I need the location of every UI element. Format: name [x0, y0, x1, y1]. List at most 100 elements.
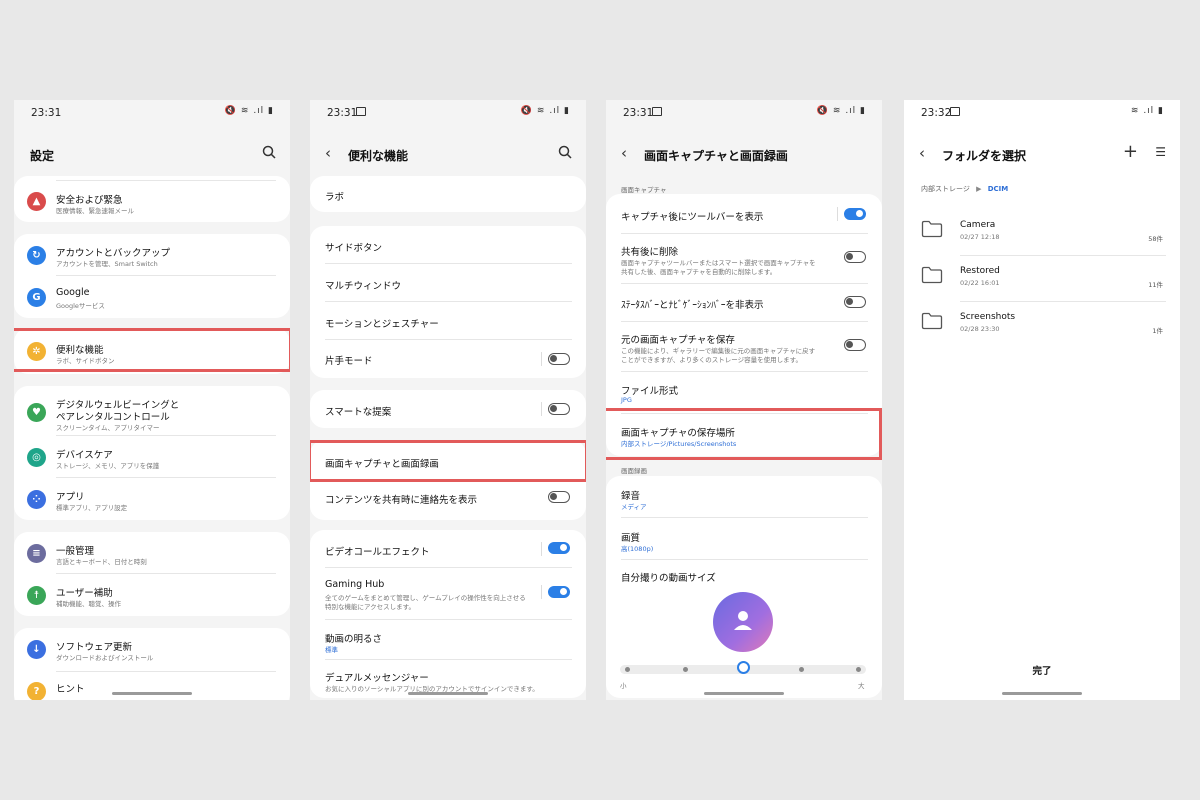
- sort-icon[interactable]: ☰: [1155, 145, 1166, 159]
- slider-max-label: 大: [858, 682, 865, 690]
- selfie-preview-avatar: [713, 592, 773, 652]
- status-time: 23:31: [31, 107, 62, 119]
- screenshots-recorder-screen: 23:31 🔇 ≋ .ıl ▮ ‹ 画面キャプチャと画面録画 画面キャプチャ キ…: [606, 100, 882, 700]
- folder-item-restored[interactable]: Restored 02/22 16:01 11件: [904, 258, 1180, 302]
- settings-item-apps[interactable]: ⁘ アプリ 標準アプリ、アプリ設定: [14, 478, 290, 520]
- header: 設定: [14, 144, 290, 164]
- folder-picker-screen: 23:32 ≋ .ıl ▮ ‹ フォルダを選択 + ☰ 内部ストレージ ▶ DC…: [904, 100, 1180, 700]
- video-size-slider[interactable]: [620, 661, 866, 674]
- gesture-bar: [112, 692, 192, 695]
- status-bar: 23:32 ≋ .ıl ▮: [904, 104, 1180, 122]
- item-video-call-effects[interactable]: ビデオコールエフェクト: [310, 530, 586, 568]
- show-toolbar-toggle[interactable]: [844, 208, 866, 220]
- settings-item-accounts[interactable]: ↻ アカウントとバックアップ アカウントを管理、Smart Switch: [14, 234, 290, 276]
- item-sound[interactable]: 録音 メディア: [606, 476, 882, 518]
- status-bar: 23:31 🔇 ≋ .ıl ▮: [606, 104, 882, 122]
- settings-card: ♥ デジタルウェルビーイングと ペアレンタルコントロール スクリーンタイム、アプ…: [14, 386, 290, 520]
- page-title: 設定: [30, 149, 55, 163]
- gesture-bar: [408, 692, 488, 695]
- status-bar: 23:31 🔇 ≋ .ıl ▮: [310, 104, 586, 122]
- smart-suggestions-toggle[interactable]: [548, 403, 570, 415]
- search-icon[interactable]: [262, 144, 276, 163]
- folder-icon: [921, 312, 943, 330]
- item-show-contacts-sharing[interactable]: コンテンツを共有時に連絡先を表示: [310, 480, 586, 520]
- settings-card: ↻ アカウントとバックアップ アカウントを管理、Smart Switch G G…: [14, 234, 290, 318]
- item-motions-gestures[interactable]: モーションとジェスチャー: [310, 302, 586, 340]
- settings-card: ビデオコールエフェクト Gaming Hub 全てのゲームをまとめて管理し、ゲー…: [310, 530, 586, 698]
- header: ‹ 便利な機能: [310, 144, 586, 164]
- item-smart-suggestions[interactable]: スマートな提案: [310, 390, 586, 428]
- image-notification-icon: [950, 107, 960, 116]
- folder-icon: [921, 266, 943, 284]
- status-time: 23:31: [327, 107, 358, 119]
- settings-item-wellbeing[interactable]: ♥ デジタルウェルビーイングと ペアレンタルコントロール スクリーンタイム、アプ…: [14, 386, 290, 436]
- add-folder-icon[interactable]: +: [1123, 141, 1138, 162]
- settings-card: スマートな提案: [310, 390, 586, 428]
- item-selfie-video-size[interactable]: 自分撮りの動画サイズ 小 大: [606, 560, 882, 698]
- settings-card: ▲ 安全および緊急 医療情報、緊急速報メール: [14, 176, 290, 222]
- one-handed-mode-toggle[interactable]: [548, 353, 570, 365]
- device-care-icon: ◎: [27, 448, 46, 467]
- status-icons: 🔇 ≋ .ıl ▮: [520, 106, 570, 116]
- settings-item-tips[interactable]: ? ヒント: [14, 672, 290, 700]
- status-bar: 23:31 🔇 ≋ .ıl ▮: [14, 104, 290, 122]
- settings-card: ≡ 一般管理 言語とキーボード、日付と時刻 ☨ ユーザー補助 補助機能、聴覚、操…: [14, 532, 290, 616]
- google-icon: G: [27, 288, 46, 307]
- item-video-quality[interactable]: 画質 高(1080p): [606, 518, 882, 560]
- hide-bars-toggle[interactable]: [844, 296, 866, 308]
- sliders-icon: ≡: [27, 544, 46, 563]
- item-multi-window[interactable]: マルチウィンドウ: [310, 264, 586, 302]
- item-labs[interactable]: ラボ: [310, 176, 586, 212]
- item-side-button[interactable]: サイドボタン: [310, 226, 586, 264]
- settings-card: キャプチャ後にツールバーを表示 共有後に削除 画面キャプチャツールバーまたはスマ…: [606, 194, 882, 456]
- item-show-toolbar[interactable]: キャプチャ後にツールバーを表示: [606, 194, 882, 234]
- settings-item-general[interactable]: ≡ 一般管理 言語とキーボード、日付と時刻: [14, 532, 290, 574]
- gaming-hub-toggle[interactable]: [548, 586, 570, 598]
- item-screenshots-recorder[interactable]: 画面キャプチャと画面録画: [310, 440, 586, 480]
- breadcrumb-root[interactable]: 内部ストレージ: [921, 185, 970, 193]
- image-notification-icon: [652, 107, 662, 116]
- folder-item-camera[interactable]: Camera 02/27 12:18 58件: [904, 212, 1180, 256]
- video-call-effects-toggle[interactable]: [548, 542, 570, 554]
- search-icon[interactable]: [558, 144, 572, 163]
- delete-after-share-toggle[interactable]: [844, 251, 866, 263]
- back-icon[interactable]: ‹: [621, 144, 627, 162]
- breadcrumb-current: DCIM: [987, 185, 1009, 193]
- folder-item-screenshots[interactable]: Screenshots 02/28 23:30 1件: [904, 304, 1180, 348]
- settings-item-advanced-features[interactable]: ✲ 便利な機能 ラボ、サイドボタン: [14, 328, 290, 374]
- item-hide-bars[interactable]: ｽﾃｰﾀｽﾊﾞｰとﾅﾋﾞｹﾞｰｼｮﾝﾊﾞｰを非表示: [606, 284, 882, 322]
- back-icon[interactable]: ‹: [919, 144, 925, 162]
- gesture-bar: [704, 692, 784, 695]
- show-contacts-toggle[interactable]: [548, 491, 570, 503]
- section-label-screenshots: 画面キャプチャ: [621, 186, 667, 194]
- item-one-handed-mode[interactable]: 片手モード: [310, 340, 586, 378]
- item-file-format[interactable]: ファイル形式 JPG: [606, 372, 882, 414]
- settings-card: ラボ: [310, 176, 586, 212]
- save-original-toggle[interactable]: [844, 339, 866, 351]
- settings-item-software-update[interactable]: ↓ ソフトウェア更新 ダウンロードおよびインストール: [14, 628, 290, 672]
- update-icon: ↓: [27, 640, 46, 659]
- sync-icon: ↻: [27, 246, 46, 265]
- settings-item-safety[interactable]: ▲ 安全および緊急 医療情報、緊急速報メール: [14, 184, 290, 222]
- tips-icon: ?: [27, 682, 46, 700]
- settings-item-accessibility[interactable]: ☨ ユーザー補助 補助機能、聴覚、操作: [14, 574, 290, 616]
- item-save-location[interactable]: 画面キャプチャの保存場所 内部ストレージ/Pictures/Screenshot…: [606, 414, 882, 456]
- gesture-bar: [1002, 692, 1082, 695]
- slider-thumb[interactable]: [736, 661, 750, 674]
- item-gaming-hub[interactable]: Gaming Hub 全てのゲームをまとめて管理し、ゲームプレイの操作性を向上さ…: [310, 568, 586, 620]
- page-title: 便利な機能: [348, 149, 409, 163]
- item-video-brightness[interactable]: 動画の明るさ 標準: [310, 620, 586, 660]
- settings-screen: 23:31 🔇 ≋ .ıl ▮ 設定 ▲ 安全および緊急 医療情報、緊急速報メー…: [14, 100, 290, 700]
- breadcrumb: 内部ストレージ ▶ DCIM: [921, 184, 1008, 194]
- item-delete-after-share[interactable]: 共有後に削除 画面キャプチャツールバーまたはスマート選択で画面キャプチャを 共有…: [606, 234, 882, 284]
- item-save-original[interactable]: 元の画面キャプチャを保存 この機能により、ギャラリーで編集後に元の画面キャプチャ…: [606, 322, 882, 372]
- wellbeing-icon: ♥: [27, 403, 46, 422]
- done-button[interactable]: 完了: [904, 663, 1180, 677]
- advanced-features-screen: 23:31 🔇 ≋ .ıl ▮ ‹ 便利な機能 ラボ サイドボタン マルチウィン…: [310, 100, 586, 700]
- settings-item-device-care[interactable]: ◎ デバイスケア ストレージ、メモリ、アプリを保護: [14, 436, 290, 478]
- settings-item-google[interactable]: G Google Googleサービス: [14, 276, 290, 318]
- status-time: 23:31: [623, 107, 654, 119]
- back-icon[interactable]: ‹: [325, 144, 331, 162]
- header: ‹ 画面キャプチャと画面録画: [606, 144, 882, 164]
- apps-icon: ⁘: [27, 490, 46, 509]
